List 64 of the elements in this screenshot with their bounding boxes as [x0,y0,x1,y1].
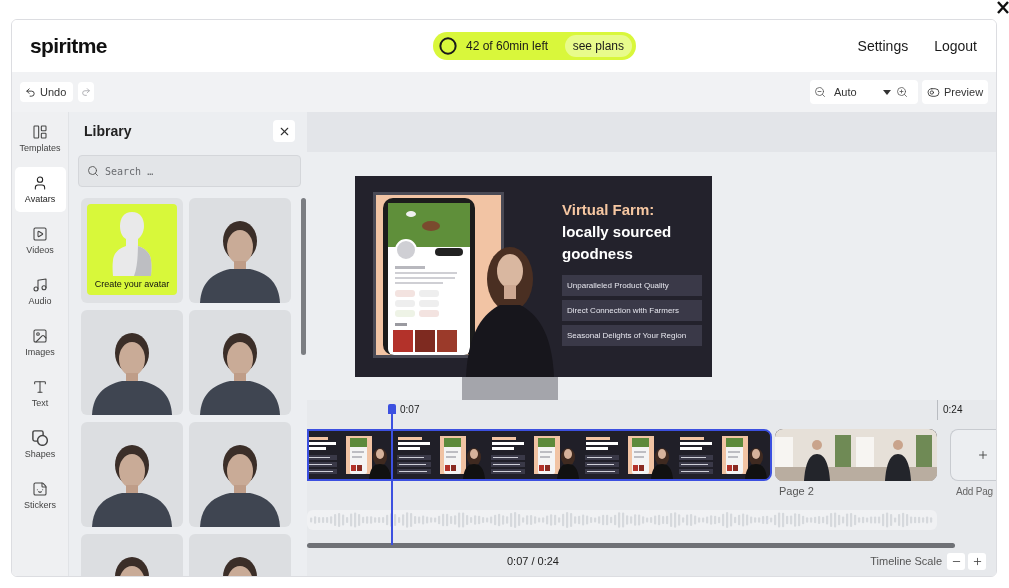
avatar-card[interactable] [189,198,291,303]
avatar-card[interactable] [189,422,291,527]
slide-title-accent: Virtual Farm: [562,200,656,220]
end-time: 0:24 [943,404,963,416]
sidebar-tab[interactable]: Videos [14,218,66,263]
page-label: Page 2 [779,485,815,498]
plus-icon [971,556,983,567]
logo: spiritme [30,33,107,59]
zoom-select[interactable]: Auto [834,82,894,102]
add-page-label: Add Pag [956,485,994,498]
scale-up-button[interactable] [968,553,986,570]
undo-icon [25,86,36,98]
sidebar-tab[interactable]: Templates [14,116,66,161]
shapes-icon [32,429,48,446]
redo-icon [81,87,92,97]
text-icon [32,378,48,395]
sidebar-tab[interactable]: Audio [14,269,66,314]
close-icon[interactable] [997,1,1009,14]
sidebar-tab[interactable]: Stickers [14,473,66,518]
toggle-icon [927,85,940,99]
zoom-out-icon [814,86,826,98]
sidebar-tab[interactable]: Text [14,371,66,416]
sidebar-tab[interactable]: Images [14,320,66,365]
search-field[interactable]: Search … [78,155,301,187]
playhead-time: 0:07 [400,404,420,416]
zoom-in-icon [896,86,908,98]
avatar-card[interactable] [189,310,291,415]
bust-icon [112,210,152,276]
scrollbar[interactable] [301,198,306,355]
slide-bullet: Seasonal Delights of Your Region [562,325,702,346]
library-title: Library [84,122,132,140]
plus-icon [977,449,989,461]
sidebar-tab[interactable]: Avatars [14,167,66,212]
page-clip[interactable] [307,429,772,481]
time-position: 0:07 / 0:24 [507,555,559,568]
playhead[interactable] [388,404,396,545]
user-icon [32,174,48,191]
layout-icon [32,123,48,140]
ring-icon [439,37,457,55]
preview-button[interactable]: Preview [922,80,988,104]
scale-down-button[interactable] [947,553,965,570]
sidebar-tab[interactable]: Shapes [14,422,66,467]
sticker-icon [32,480,48,497]
timeline-scale-label: Timeline Scale [870,555,942,568]
page-clip[interactable] [775,429,937,481]
slide-bullet: Direct Connection with Farmers [562,300,702,321]
nav-link[interactable]: Logout [934,37,977,55]
search-icon [87,165,99,177]
nav-link[interactable]: Settings [857,37,909,55]
caret-icon [883,89,891,95]
create-avatar-label: Create your avatar [94,279,170,290]
close-button[interactable] [273,120,295,142]
play-square-icon [32,225,48,242]
avatar-card[interactable] [81,310,183,415]
music-note-icon [32,276,48,293]
timeline-scrollbar[interactable] [307,543,955,548]
see-plans-button[interactable]: see plans [564,35,632,57]
undo-button[interactable]: Undo [20,82,74,102]
create-avatar-card[interactable]: Create your avatar [81,198,183,303]
avatar-card[interactable] [81,422,183,527]
usage-text: 42 of 60min left [466,39,549,53]
image-icon [32,327,48,344]
slide-title: locally sourced goodness [562,222,673,264]
slide-bullet: Unparalleled Product Quality [562,275,702,296]
